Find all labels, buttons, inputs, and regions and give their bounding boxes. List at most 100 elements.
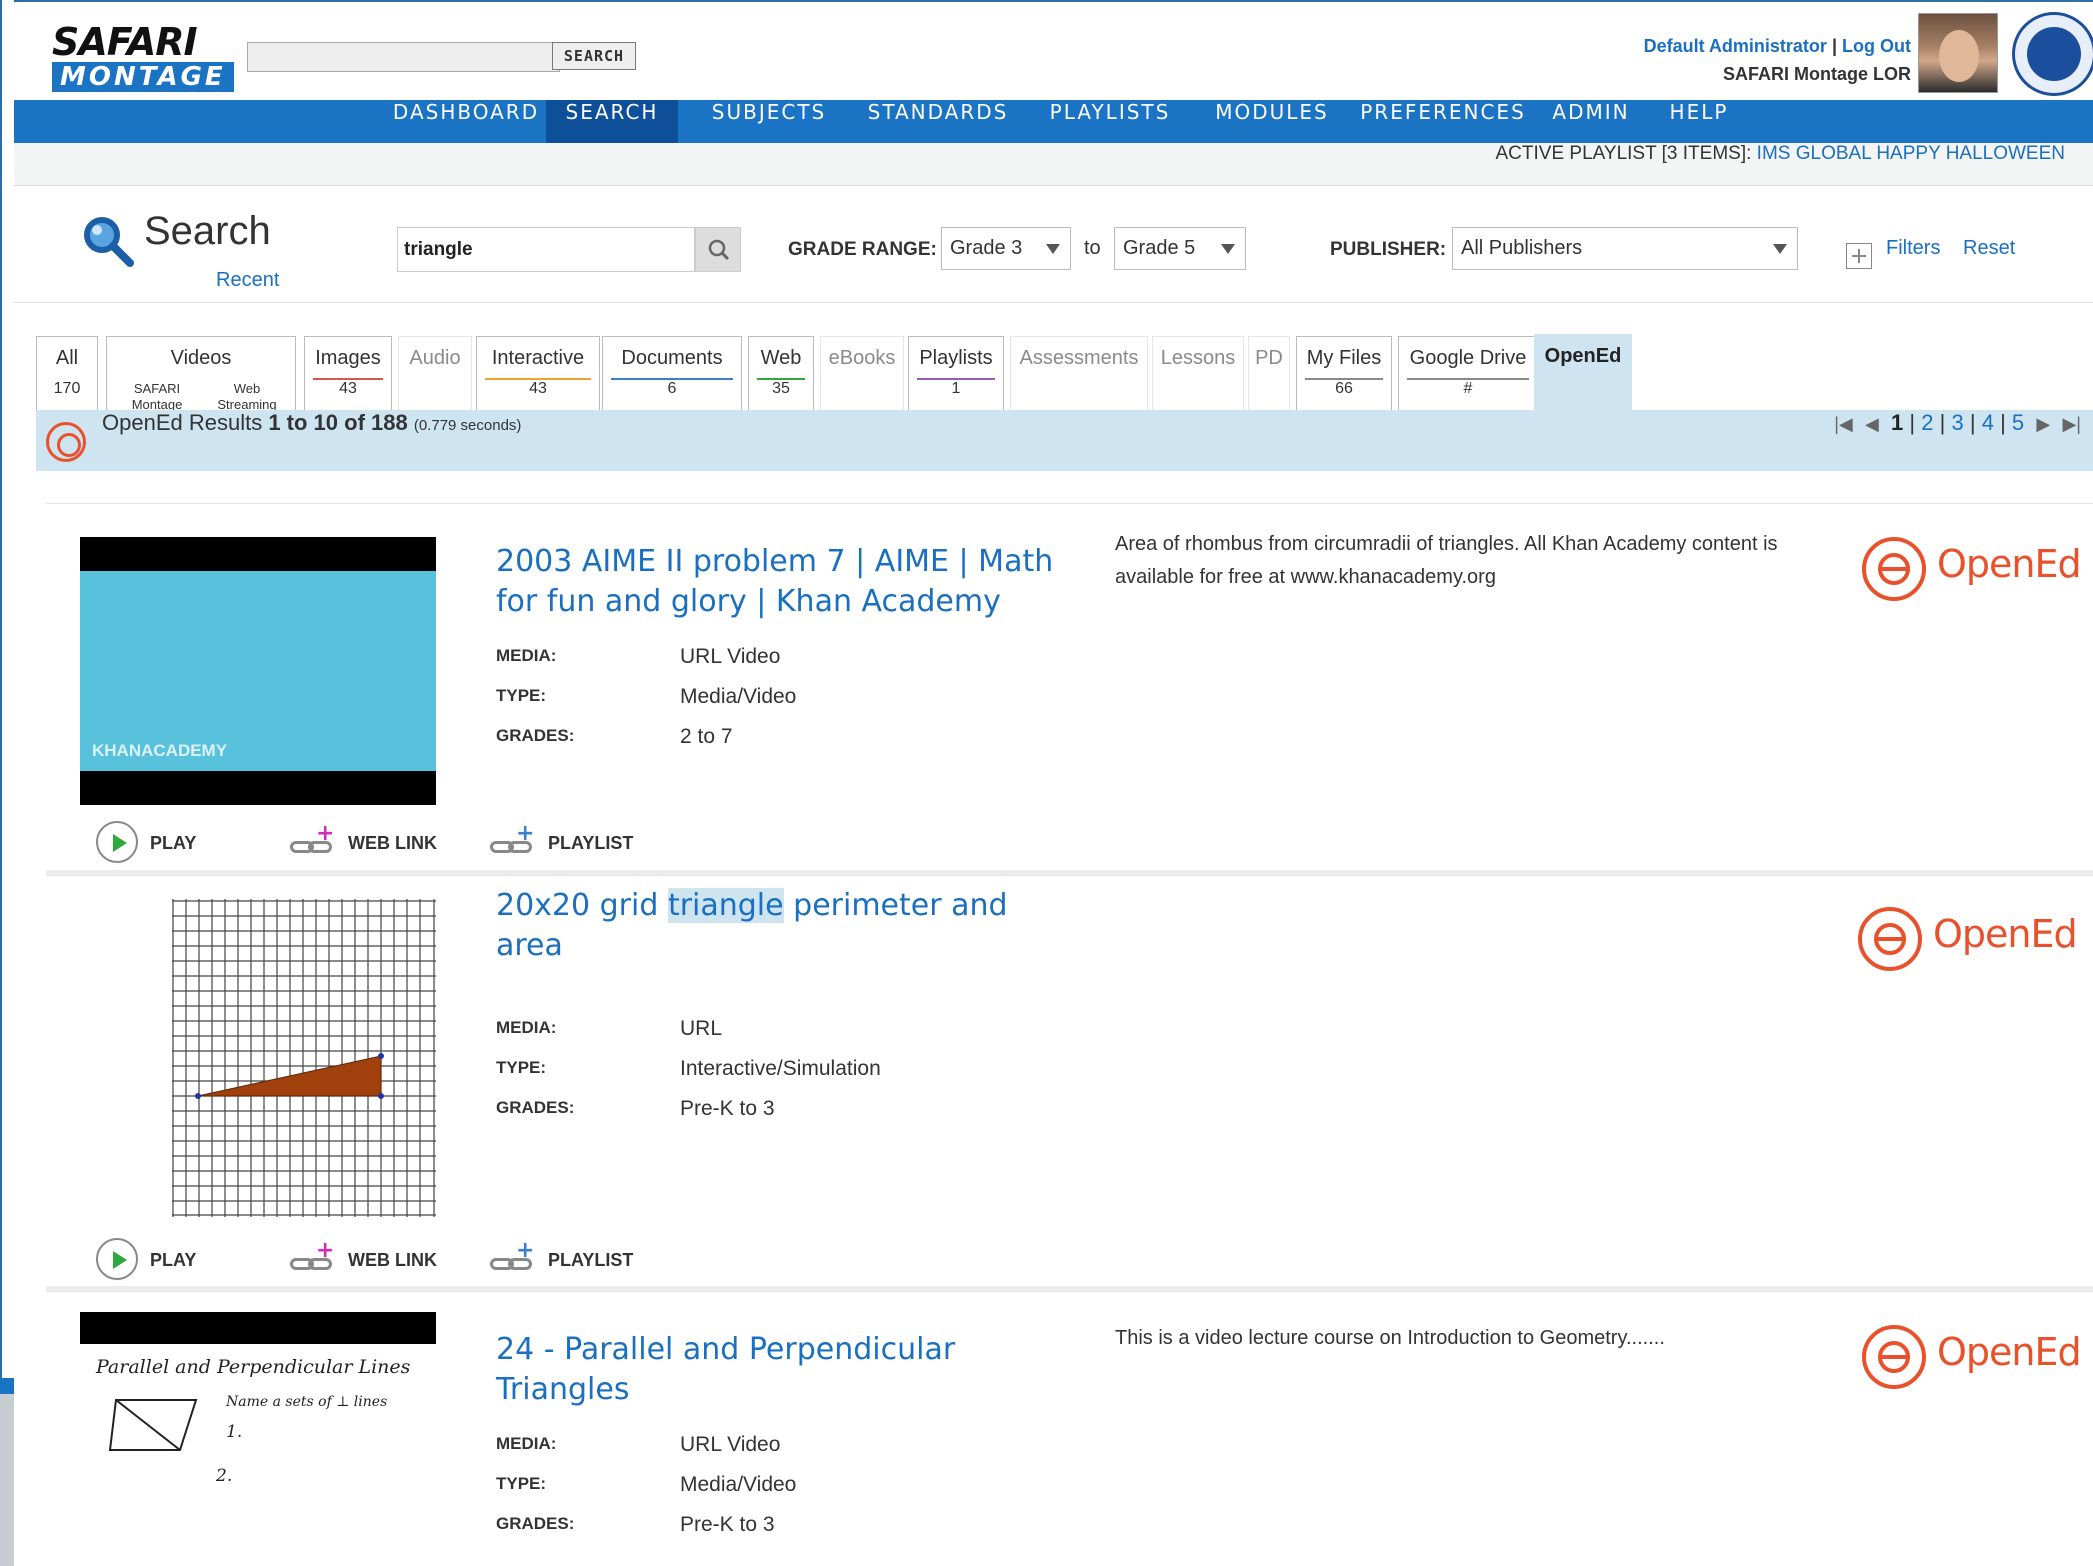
tab-videos-web-streaming[interactable]: Web Streaming: [207, 381, 287, 413]
header-search-button[interactable]: SEARCH: [552, 42, 636, 70]
chevron-down-icon: [1046, 244, 1060, 254]
tab-images[interactable]: Images 43: [304, 336, 392, 410]
first-page-icon[interactable]: |◀: [1834, 414, 1853, 434]
grade-to-word: to: [1084, 237, 1101, 259]
tab-count: 170: [53, 380, 81, 397]
result-title-link[interactable]: 20x20 grid triangle perimeter and area: [496, 886, 1056, 966]
add-web-link-button[interactable]: + WEB LINK: [290, 821, 437, 865]
logo-top-text: SAFARI: [52, 20, 198, 64]
tab-opened[interactable]: OpenEd: [1534, 334, 1632, 410]
site-name: SAFARI Montage LOR: [1723, 64, 1911, 84]
tab-count: 43: [339, 380, 357, 397]
media-label: MEDIA:: [496, 1018, 557, 1037]
nav-dashboard[interactable]: DASHBOARD: [376, 100, 556, 143]
play-label: PLAY: [150, 1250, 197, 1270]
type-label: TYPE:: [496, 686, 547, 705]
add-playlist-icon: +: [490, 823, 540, 859]
nav-subjects[interactable]: SUBJECTS: [694, 100, 844, 143]
page-link[interactable]: 5: [2012, 410, 2024, 435]
logout-link[interactable]: Log Out: [1842, 36, 1911, 56]
tab-underline: [1305, 378, 1383, 380]
tab-count: 66: [1335, 380, 1353, 397]
tab-google-drive[interactable]: Google Drive #: [1398, 336, 1538, 410]
page-link[interactable]: 4: [1982, 410, 1994, 435]
add-to-playlist-button[interactable]: + PLAYLIST: [490, 1238, 633, 1282]
web-link-label: WEB LINK: [348, 1250, 437, 1270]
search-submit-button[interactable]: [695, 227, 741, 272]
play-icon: [96, 1238, 138, 1280]
result-thumbnail[interactable]: [172, 899, 436, 1217]
grade-from-select[interactable]: Grade 3: [941, 227, 1071, 270]
nav-search[interactable]: SEARCH: [546, 100, 678, 143]
last-page-icon[interactable]: ▶|: [2062, 414, 2081, 434]
page-link[interactable]: 3: [1951, 410, 1963, 435]
media-value: URL: [680, 1017, 723, 1040]
tab-count: 35: [772, 380, 790, 397]
tab-count: #: [1463, 380, 1473, 397]
nav-standards[interactable]: STANDARDS: [850, 100, 1026, 143]
publisher-select[interactable]: All Publishers: [1452, 227, 1798, 270]
result-description: This is a video lecture course on Introd…: [1115, 1327, 1665, 1349]
whiteboard-item-1: 1.: [226, 1422, 243, 1442]
safari-montage-logo[interactable]: SAFARI MONTAGE: [52, 20, 234, 100]
search-input[interactable]: triangle: [397, 227, 695, 272]
grades-label: GRADES:: [496, 1514, 575, 1533]
result-thumbnail[interactable]: Parallel and Perpendicular Lines Name a …: [80, 1312, 436, 1566]
nav-admin[interactable]: ADMIN: [1536, 100, 1646, 143]
add-link-icon: +: [290, 823, 340, 859]
tab-label: OpenEd: [1544, 345, 1622, 367]
opened-logo-text: OpenEd: [1937, 542, 2082, 586]
tab-interactive[interactable]: Interactive 43: [476, 336, 600, 410]
opened-logo: OpenEd: [1862, 534, 2082, 604]
recent-link[interactable]: Recent: [216, 269, 279, 292]
previous-page-icon[interactable]: ◀: [1865, 414, 1879, 434]
active-playlist: ACTIVE PLAYLIST [3 ITEMS]: IMS GLOBAL HA…: [1496, 143, 2066, 165]
tab-videos[interactable]: Videos SAFARI Montage Web Streaming: [106, 336, 296, 413]
next-page-icon[interactable]: ▶: [2036, 414, 2050, 434]
expand-filters-icon[interactable]: [1846, 243, 1872, 269]
result-title-link[interactable]: 2003 AIME II problem 7 | AIME | Math for…: [496, 542, 1056, 622]
tab-audio[interactable]: Audio: [398, 336, 472, 410]
grade-to-select[interactable]: Grade 5: [1114, 227, 1246, 270]
user-avatar[interactable]: [1918, 13, 1998, 93]
add-to-playlist-button[interactable]: + PLAYLIST: [490, 821, 633, 865]
user-name-link[interactable]: Default Administrator: [1644, 36, 1827, 56]
tab-ebooks[interactable]: eBooks: [820, 336, 904, 410]
filters-link[interactable]: Filters: [1886, 237, 1940, 260]
play-label: PLAY: [150, 833, 197, 853]
play-button[interactable]: PLAY: [96, 821, 197, 865]
tab-label: Lessons: [1160, 347, 1236, 369]
nav-help[interactable]: HELP: [1654, 100, 1744, 143]
result-item: Parallel and Perpendicular Lines Name a …: [46, 1291, 2093, 1566]
page-link-current[interactable]: 1: [1891, 410, 1903, 435]
nav-modules[interactable]: MODULES: [1194, 100, 1350, 143]
tab-my-files[interactable]: My Files 66: [1296, 336, 1392, 410]
tab-lessons[interactable]: Lessons: [1152, 336, 1244, 410]
web-link-label: WEB LINK: [348, 833, 437, 853]
tab-assessments[interactable]: Assessments: [1010, 336, 1148, 410]
tab-underline: [1407, 378, 1529, 380]
tab-underline: [485, 378, 591, 380]
tab-documents[interactable]: Documents 6: [602, 336, 742, 410]
reset-link[interactable]: Reset: [1963, 237, 2015, 260]
nav-preferences[interactable]: PREFERENCES: [1350, 100, 1536, 143]
tab-playlists[interactable]: Playlists 1: [908, 336, 1004, 410]
active-playlist-link[interactable]: IMS GLOBAL HAPPY HALLOWEEN: [1757, 143, 2065, 164]
header-search-input[interactable]: [247, 42, 560, 72]
play-button[interactable]: PLAY: [96, 1238, 197, 1282]
result-thumbnail[interactable]: KHANACADEMY: [80, 537, 436, 805]
add-web-link-button[interactable]: + WEB LINK: [290, 1238, 437, 1282]
media-value: URL Video: [680, 645, 781, 668]
tab-pd[interactable]: PD: [1248, 336, 1290, 410]
results-bar: OpenEd Results 1 to 10 of 188 (0.779 sec…: [36, 410, 2093, 471]
tab-web[interactable]: Web 35: [748, 336, 814, 410]
tab-videos-safari-montage[interactable]: SAFARI Montage: [117, 381, 197, 413]
tab-all[interactable]: All 170: [36, 336, 98, 410]
safari-montage-app: SAFARI MONTAGE SEARCH Default Administra…: [14, 10, 2093, 1566]
nav-playlists[interactable]: PLAYLISTS: [1030, 100, 1190, 143]
media-label: MEDIA:: [496, 646, 557, 665]
page-link[interactable]: 2: [1921, 410, 1933, 435]
tab-label: Documents: [621, 347, 723, 369]
result-title-link[interactable]: 24 - Parallel and Perpendicular Triangle…: [496, 1330, 1056, 1410]
play-icon: [96, 821, 138, 863]
